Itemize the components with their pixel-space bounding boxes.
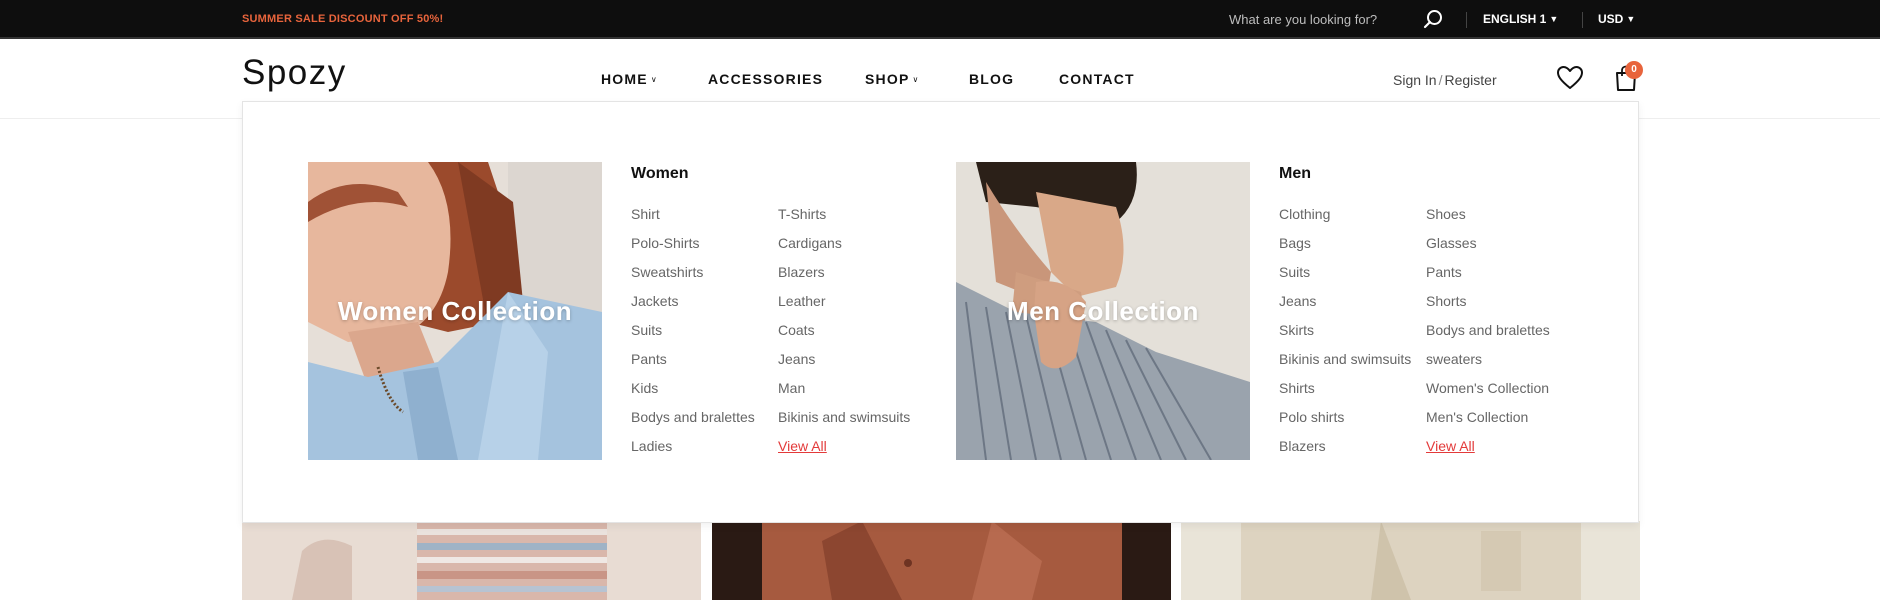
- menu-link[interactable]: Jackets: [631, 293, 755, 322]
- men-collection-title: Men Collection: [1007, 296, 1199, 326]
- menu-link[interactable]: T-Shirts: [778, 206, 910, 235]
- chevron-down-icon: ∨: [912, 75, 920, 84]
- men-view-all-link[interactable]: View All: [1426, 438, 1550, 467]
- menu-link[interactable]: Jeans: [778, 351, 910, 380]
- divider: [1582, 12, 1583, 28]
- product-image-1[interactable]: [242, 521, 701, 600]
- men-links-col1: Clothing Bags Suits Jeans Skirts Bikinis…: [1279, 206, 1411, 467]
- menu-link[interactable]: Shirts: [1279, 380, 1411, 409]
- separator: /: [1438, 72, 1443, 88]
- menu-link[interactable]: Skirts: [1279, 322, 1411, 351]
- search-icon[interactable]: [1422, 8, 1444, 30]
- men-collection-banner[interactable]: Men Collection: [956, 162, 1250, 460]
- menu-link[interactable]: Men's Collection: [1426, 409, 1550, 438]
- women-links-col2: T-Shirts Cardigans Blazers Leather Coats…: [778, 206, 910, 467]
- menu-link[interactable]: Man: [778, 380, 910, 409]
- menu-link[interactable]: sweaters: [1426, 351, 1550, 380]
- menu-link[interactable]: Blazers: [1279, 438, 1411, 467]
- account-links: Sign In / Register: [1393, 72, 1497, 88]
- menu-link[interactable]: Bikinis and swimsuits: [778, 409, 910, 438]
- menu-link[interactable]: Clothing: [1279, 206, 1411, 235]
- chevron-down-icon: ▼: [1626, 14, 1636, 24]
- women-collection-banner[interactable]: Women Collection: [308, 162, 602, 460]
- women-view-all-link[interactable]: View All: [778, 438, 910, 467]
- nav-accessories[interactable]: ACCESSORIES: [708, 71, 823, 87]
- menu-link[interactable]: Pants: [631, 351, 755, 380]
- men-column-title: Men: [1279, 165, 1311, 182]
- product-image-3[interactable]: [1181, 521, 1640, 600]
- sign-in-link[interactable]: Sign In: [1393, 72, 1437, 88]
- nav-shop[interactable]: SHOP ∨: [865, 71, 920, 87]
- nav-blog[interactable]: BLOG: [969, 71, 1014, 87]
- women-column-title: Women: [631, 165, 689, 182]
- heart-icon[interactable]: [1556, 65, 1584, 91]
- menu-link[interactable]: Kids: [631, 380, 755, 409]
- chevron-down-icon: ▼: [1549, 14, 1559, 24]
- menu-link[interactable]: Cardigans: [778, 235, 910, 264]
- cart-count-badge: 0: [1625, 61, 1643, 79]
- promo-text: SUMMER SALE DISCOUNT OFF 50%!: [242, 13, 444, 25]
- menu-link[interactable]: Sweatshirts: [631, 264, 755, 293]
- menu-link[interactable]: Suits: [1279, 264, 1411, 293]
- language-select[interactable]: ENGLISH 1 ▼: [1483, 12, 1558, 26]
- logo[interactable]: Spozy: [242, 53, 347, 93]
- register-link[interactable]: Register: [1444, 72, 1496, 88]
- top-bar: SUMMER SALE DISCOUNT OFF 50%! What are y…: [0, 0, 1880, 39]
- currency-select[interactable]: USD ▼: [1598, 12, 1635, 26]
- menu-link[interactable]: Polo-Shirts: [631, 235, 755, 264]
- menu-link[interactable]: Bags: [1279, 235, 1411, 264]
- menu-link[interactable]: Blazers: [778, 264, 910, 293]
- search-input[interactable]: What are you looking for?: [1229, 12, 1377, 27]
- menu-link[interactable]: Leather: [778, 293, 910, 322]
- menu-link[interactable]: Shoes: [1426, 206, 1550, 235]
- menu-link[interactable]: Polo shirts: [1279, 409, 1411, 438]
- menu-link[interactable]: Women's Collection: [1426, 380, 1550, 409]
- menu-link[interactable]: Bikinis and swimsuits: [1279, 351, 1411, 380]
- menu-link[interactable]: Bodys and bralettes: [631, 409, 755, 438]
- divider: [1466, 12, 1467, 28]
- menu-link[interactable]: Shirt: [631, 206, 755, 235]
- product-image-2[interactable]: [712, 521, 1171, 600]
- menu-link[interactable]: Coats: [778, 322, 910, 351]
- menu-link[interactable]: Shorts: [1426, 293, 1550, 322]
- nav-home[interactable]: HOME ∨: [601, 71, 658, 87]
- menu-link[interactable]: Ladies: [631, 438, 755, 467]
- menu-link[interactable]: Pants: [1426, 264, 1550, 293]
- nav-contact[interactable]: CONTACT: [1059, 71, 1135, 87]
- menu-link[interactable]: Glasses: [1426, 235, 1550, 264]
- men-links-col2: Shoes Glasses Pants Shorts Bodys and bra…: [1426, 206, 1550, 467]
- menu-link[interactable]: Bodys and bralettes: [1426, 322, 1550, 351]
- mega-menu-dropdown: Women Collection Women Shirt Polo-Shirts…: [242, 101, 1639, 523]
- menu-link[interactable]: Suits: [631, 322, 755, 351]
- women-links-col1: Shirt Polo-Shirts Sweatshirts Jackets Su…: [631, 206, 755, 467]
- menu-link[interactable]: Jeans: [1279, 293, 1411, 322]
- chevron-down-icon: ∨: [650, 75, 658, 84]
- women-collection-title: Women Collection: [337, 296, 573, 326]
